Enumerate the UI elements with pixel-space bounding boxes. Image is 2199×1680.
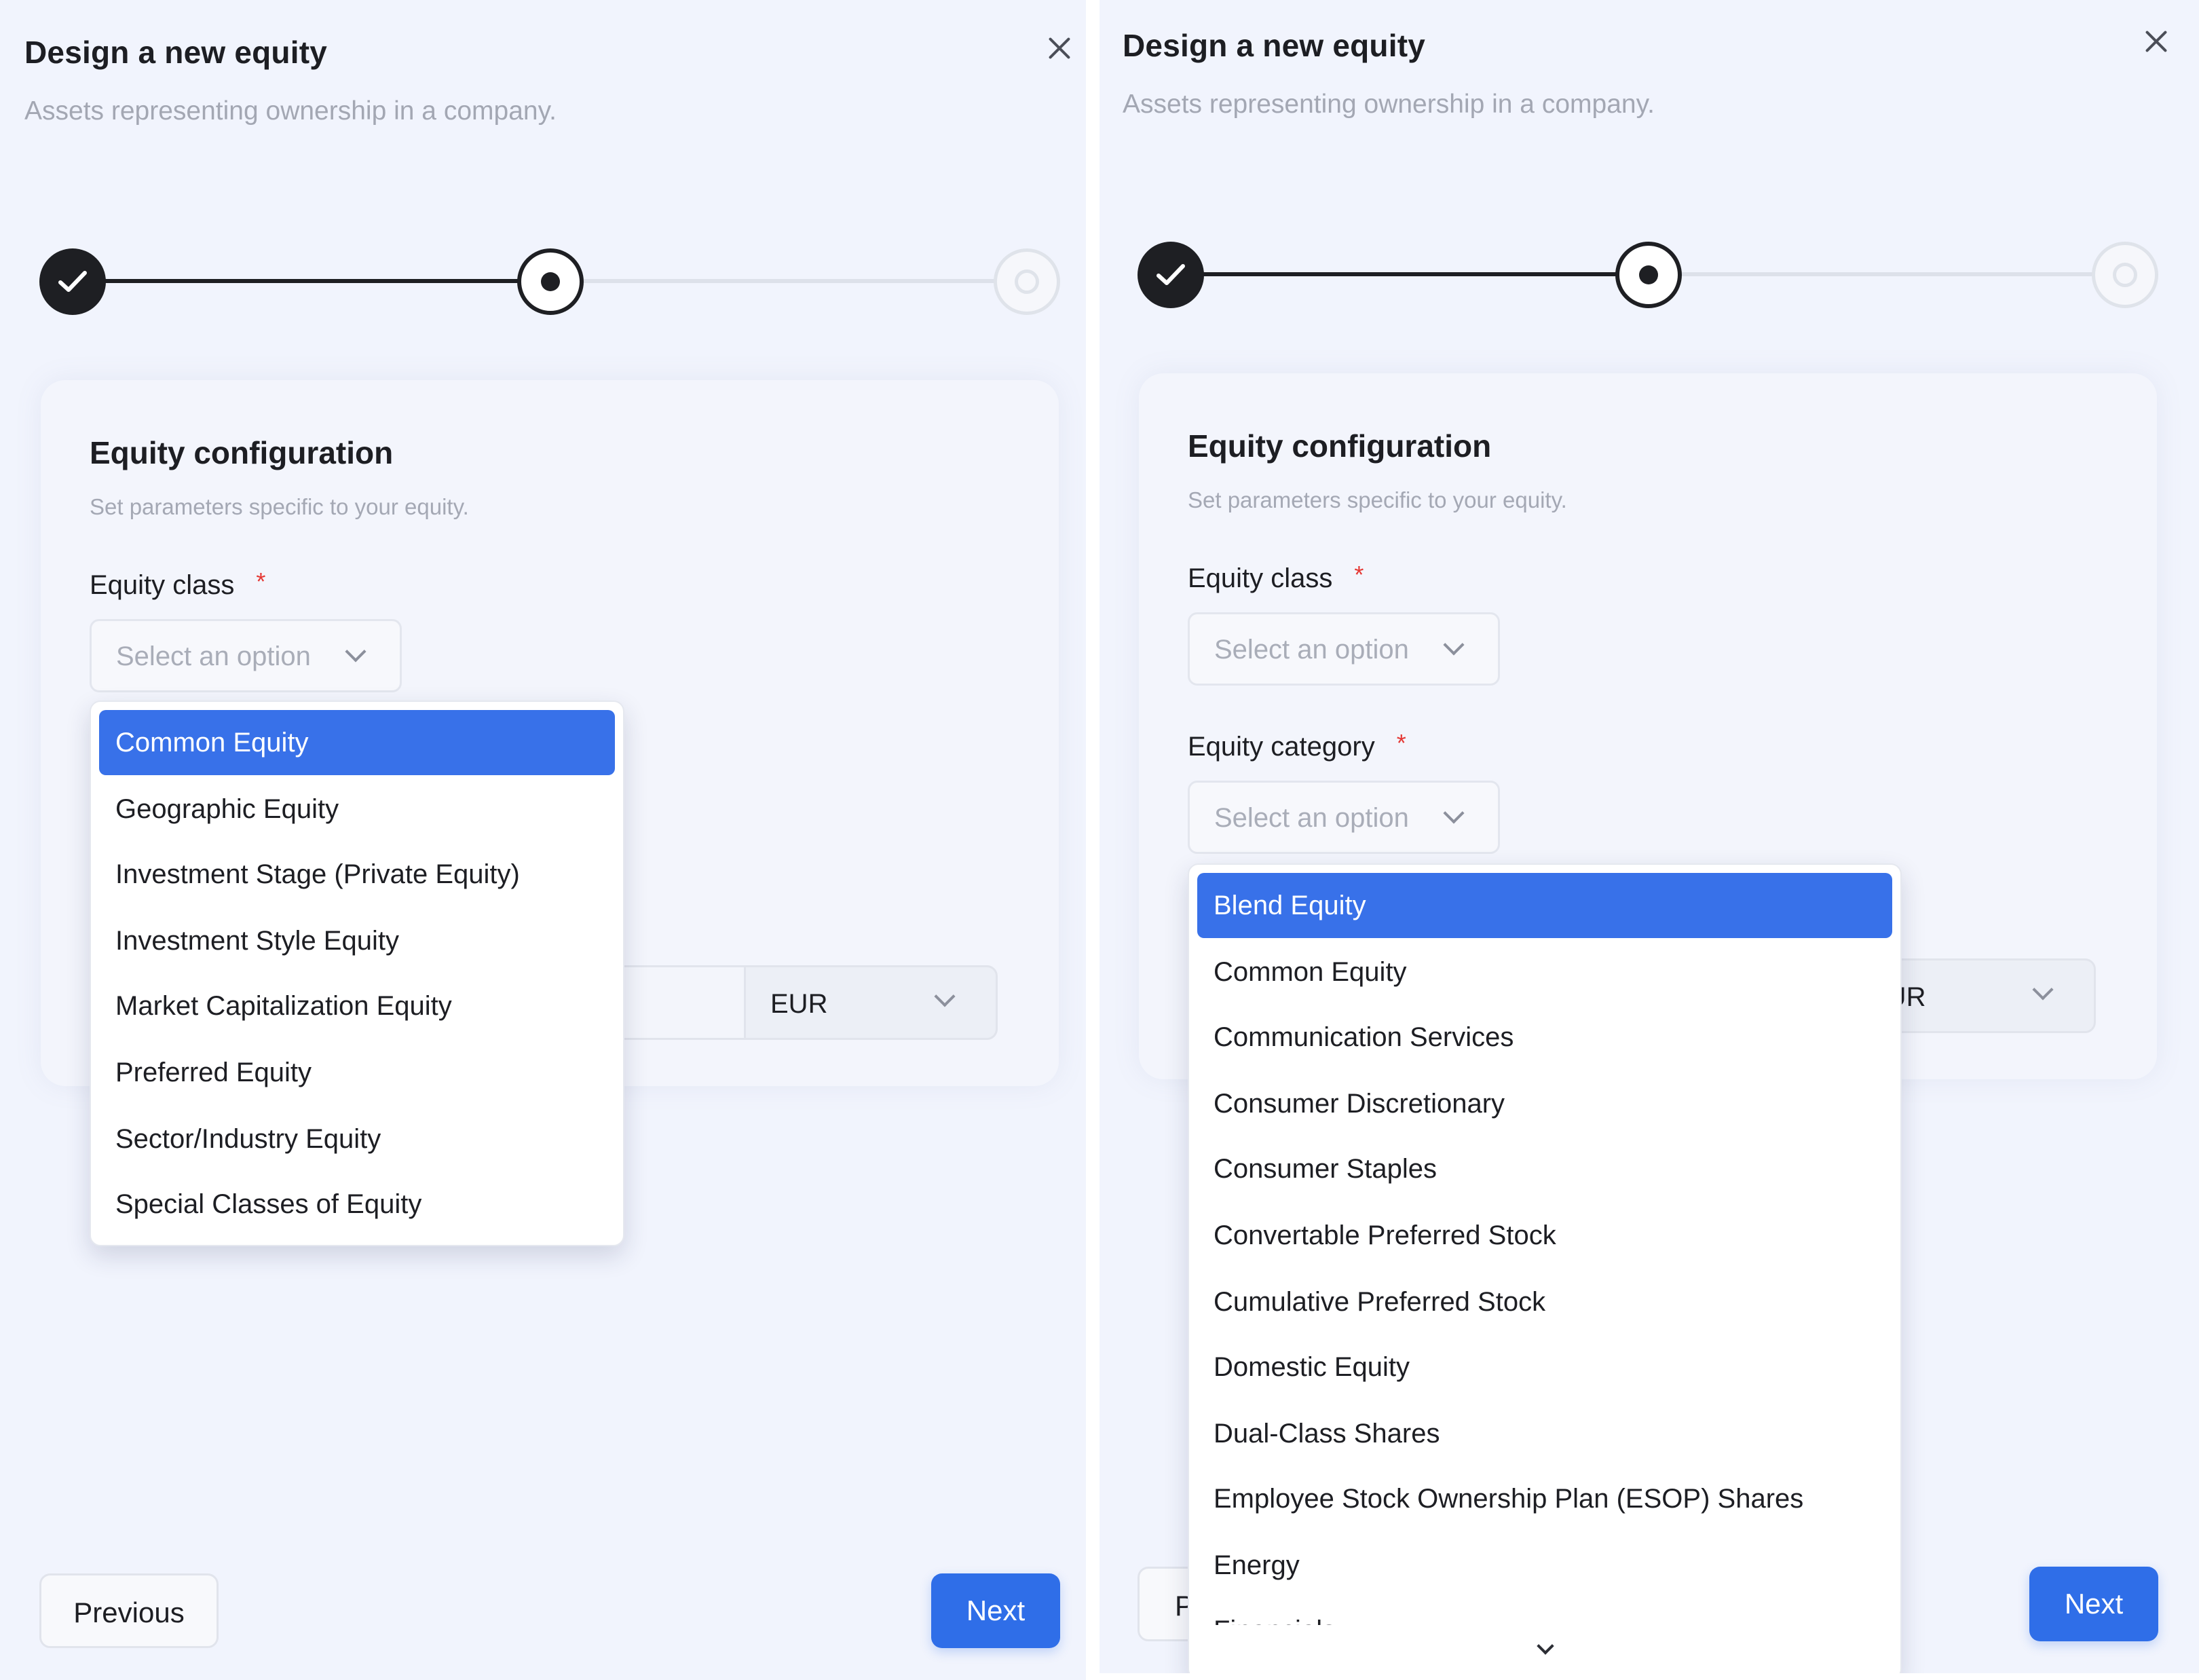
currency-value: EUR	[770, 989, 828, 1019]
select-placeholder: Select an option	[1214, 803, 1409, 833]
chevron-down-icon[interactable]	[1537, 1637, 1554, 1655]
dropdown-option[interactable]: Communication Services	[1197, 1005, 1892, 1070]
chevron-down-icon	[1443, 802, 1465, 824]
close-icon[interactable]	[2139, 24, 2173, 58]
equity-class-label: Equity class *	[90, 567, 266, 601]
select-placeholder: Select an option	[1214, 635, 1409, 665]
dropdown-option[interactable]: Employee Stock Ownership Plan (ESOP) Sha…	[1197, 1466, 1892, 1531]
equity-class-dropdown: Common Equity Geographic Equity Investme…	[90, 701, 624, 1246]
dropdown-option[interactable]: Market Capitalization Equity	[99, 973, 615, 1039]
stepper-line-complete	[1171, 272, 1622, 276]
stepper-line-upcoming	[582, 279, 1000, 283]
dropdown-option[interactable]: Consumer Discretionary	[1197, 1071, 1892, 1136]
equity-class-label-text: Equity class	[90, 570, 235, 600]
card-title: Equity configuration	[1188, 428, 1492, 464]
dialog-subtitle: Assets representing ownership in a compa…	[1123, 90, 1655, 119]
equity-category-label: Equity category *	[1188, 729, 1406, 762]
required-mark: *	[1354, 561, 1364, 589]
equity-category-dropdown: Blend Equity Common Equity Communication…	[1188, 863, 1902, 1673]
equity-class-select[interactable]: Select an option	[90, 619, 402, 692]
equity-class-select[interactable]: Select an option	[1188, 612, 1500, 686]
equity-class-label: Equity class *	[1188, 561, 1364, 594]
step-upcoming	[2092, 242, 2158, 308]
step-current	[1615, 242, 1682, 308]
equity-category-select[interactable]: Select an option	[1188, 781, 1500, 854]
close-icon[interactable]	[1042, 31, 1076, 65]
check-icon	[1157, 264, 1185, 285]
dropdown-option[interactable]: Domestic Equity	[1197, 1334, 1892, 1400]
step-upcoming	[994, 248, 1060, 315]
currency-field[interactable]: EUR	[570, 965, 998, 1040]
dropdown-option[interactable]: Special Classes of Equity	[99, 1172, 615, 1237]
dropdown-option[interactable]: Consumer Staples	[1197, 1136, 1892, 1201]
card-subtitle: Set parameters specific to your equity.	[1188, 487, 1567, 512]
dropdown-option[interactable]: Investment Style Equity	[99, 908, 615, 973]
step-current	[517, 248, 584, 315]
dropdown-option[interactable]: Financials	[1197, 1598, 1892, 1625]
chevron-down-icon	[2032, 979, 2054, 1001]
dropdown-option[interactable]: Energy	[1197, 1533, 1892, 1598]
dropdown-option[interactable]: Common Equity	[1197, 939, 1892, 1005]
check-icon	[58, 271, 87, 292]
previous-button[interactable]: Previous	[39, 1573, 219, 1648]
select-placeholder: Select an option	[116, 641, 311, 671]
stepper-line-complete	[73, 279, 524, 283]
equity-class-label-text: Equity class	[1188, 563, 1333, 593]
dropdown-option[interactable]: Blend Equity	[1197, 873, 1892, 938]
next-button[interactable]: Next	[2029, 1567, 2158, 1641]
dropdown-option[interactable]: Cumulative Preferred Stock	[1197, 1269, 1892, 1334]
next-button[interactable]: Next	[931, 1573, 1060, 1648]
dialog-title: Design a new equity	[24, 35, 328, 70]
left-dialog: Design a new equity Assets representing …	[0, 0, 1086, 1680]
step-complete	[1138, 242, 1204, 308]
dropdown-option[interactable]: Convertable Preferred Stock	[1197, 1203, 1892, 1268]
dropdown-option[interactable]: Common Equity	[99, 710, 615, 775]
chevron-down-icon	[1443, 634, 1465, 656]
dropdown-option[interactable]: Geographic Equity	[99, 777, 615, 842]
required-mark: *	[256, 567, 266, 595]
card-title: Equity configuration	[90, 435, 394, 470]
dropdown-option[interactable]: Sector/Industry Equity	[99, 1106, 615, 1172]
dropdown-option[interactable]: Investment Stage (Private Equity)	[99, 842, 615, 907]
dialog-title: Design a new equity	[1123, 28, 1426, 63]
chevron-down-icon	[345, 641, 366, 662]
chevron-down-icon	[934, 986, 956, 1007]
equity-category-label-text: Equity category	[1188, 732, 1375, 762]
card-subtitle: Set parameters specific to your equity.	[90, 494, 469, 519]
step-complete	[39, 248, 106, 315]
dropdown-option[interactable]: Dual-Class Shares	[1197, 1401, 1892, 1466]
dropdown-option[interactable]: Preferred Equity	[99, 1040, 615, 1105]
stepper-line-upcoming	[1680, 272, 2099, 276]
required-mark: *	[1396, 729, 1406, 757]
right-dialog: Design a new equity Assets representing …	[1100, 0, 2199, 1673]
dialog-subtitle: Assets representing ownership in a compa…	[24, 96, 557, 126]
